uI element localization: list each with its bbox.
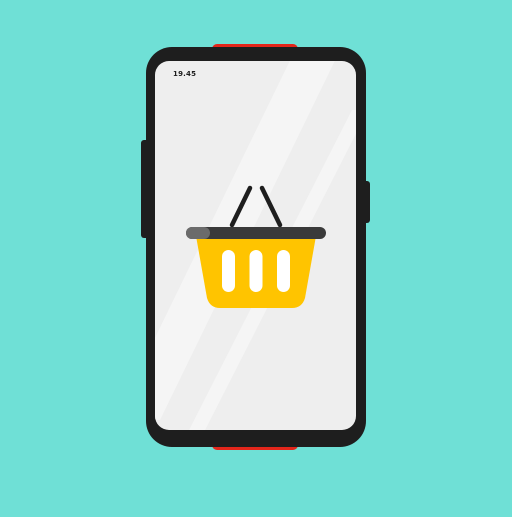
app-icon-canvas: 19.45 [0, 0, 512, 512]
status-time: 19.45 [173, 70, 197, 78]
phone-illustration [141, 44, 370, 450]
